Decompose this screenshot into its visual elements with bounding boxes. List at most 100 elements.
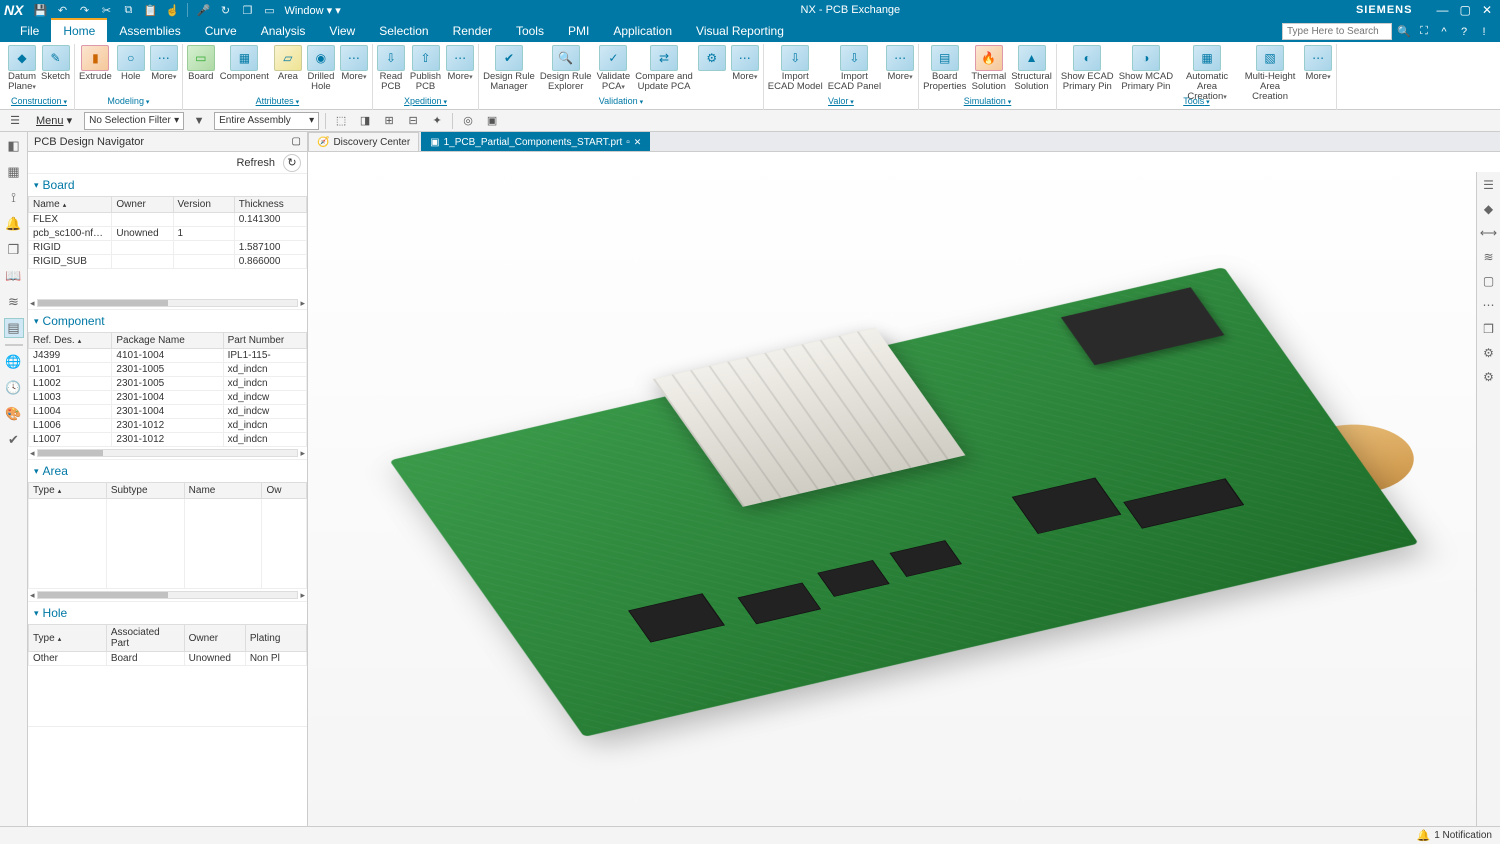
notification-text[interactable]: 1 Notification xyxy=(1434,830,1492,841)
sel-tool6-icon[interactable]: ◎ xyxy=(459,112,477,130)
rv-dim-icon[interactable]: ⟷ xyxy=(1480,224,1498,242)
ribbon-button[interactable]: ⋯More xyxy=(149,44,179,84)
table-row[interactable] xyxy=(29,499,307,589)
selection-scope-dropdown[interactable]: Entire Assembly▾ xyxy=(214,112,319,130)
3d-viewport[interactable]: ☰ ◆ ⟷ ≋ ▢ ⋯ ❒ ⚙ ⚙ xyxy=(308,152,1500,826)
ribbon-button[interactable]: ◆Datum Plane xyxy=(7,44,37,94)
area-hscroll[interactable]: ◂▸ xyxy=(28,589,307,601)
ribbon-button[interactable]: ✓Validate PCA xyxy=(596,44,632,94)
help-icon[interactable]: ? xyxy=(1456,26,1472,38)
table-row[interactable]: L10062301-1012xd_indcn xyxy=(29,419,307,433)
ribbon-button[interactable]: ⋯More xyxy=(730,44,760,84)
ribbon-button[interactable]: ✎Sketch xyxy=(40,44,71,83)
col-name[interactable]: Name xyxy=(29,197,112,213)
col-assoc[interactable]: Associated Part xyxy=(106,625,184,652)
rv-list-icon[interactable]: ☰ xyxy=(1480,176,1498,194)
col-type[interactable]: Type xyxy=(29,483,107,499)
nav-layers-icon[interactable]: ≋ xyxy=(4,292,24,312)
col-ow[interactable]: Ow xyxy=(262,483,307,499)
minimize-icon[interactable]: — xyxy=(1436,3,1448,17)
ribbon-button[interactable]: ◐Show ECAD Primary Pin xyxy=(1060,44,1115,93)
rv-gear2-icon[interactable]: ⚙ xyxy=(1480,368,1498,386)
nav-check-icon[interactable]: ✔ xyxy=(4,430,24,450)
tab-file[interactable]: File xyxy=(8,20,51,42)
ribbon-group-label[interactable]: Construction xyxy=(7,96,71,108)
close-tab-icon[interactable]: ✕ xyxy=(634,137,642,148)
ribbon-button[interactable]: ⋯More xyxy=(339,44,369,84)
rv-more-icon[interactable]: ⋯ xyxy=(1480,296,1498,314)
ribbon-button[interactable]: ○Hole xyxy=(116,44,146,83)
col-owner[interactable]: Owner xyxy=(112,197,173,213)
ribbon-button[interactable]: ⚙ xyxy=(697,44,727,73)
ribbon-button[interactable]: 🔍Design Rule Explorer xyxy=(539,44,593,93)
window-icon[interactable]: ▭ xyxy=(260,1,278,19)
tab-pmi[interactable]: PMI xyxy=(556,20,601,42)
col-subtype[interactable]: Subtype xyxy=(106,483,184,499)
ribbon-button[interactable]: ⇩Import ECAD Model xyxy=(767,44,824,93)
restore-icon[interactable]: ❐ xyxy=(238,1,256,19)
tab-assemblies[interactable]: Assemblies xyxy=(107,20,192,42)
nav-browser-icon[interactable]: 🌐 xyxy=(4,352,24,372)
filter-funnel-icon[interactable]: ▼ xyxy=(190,112,208,130)
table-row[interactable]: J43994101-1004IPL1-115- xyxy=(29,349,307,363)
hole-panel-header[interactable]: Hole xyxy=(28,602,307,624)
board-panel-header[interactable]: Board xyxy=(28,174,307,196)
ribbon-button[interactable]: ▱Area xyxy=(273,44,303,83)
table-row[interactable]: L10032301-1004xd_indcw xyxy=(29,391,307,405)
notification-bell-icon[interactable]: 🔔 xyxy=(1416,829,1430,842)
sel-tool1-icon[interactable]: ⬚ xyxy=(332,112,350,130)
nav-constraint-icon[interactable]: ⟟ xyxy=(4,188,24,208)
table-row[interactable]: OtherBoardUnownedNon Pl xyxy=(29,652,307,666)
table-row[interactable]: RIGID_SUB0.866000 xyxy=(29,255,307,269)
alert-icon[interactable]: ! xyxy=(1476,26,1492,38)
ribbon-button[interactable]: 🔥Thermal Solution xyxy=(970,44,1007,93)
sel-tool4-icon[interactable]: ⊟ xyxy=(404,112,422,130)
doc-tab-active[interactable]: ▣ 1_PCB_Partial_Components_START.prt ▫ ✕ xyxy=(421,132,650,151)
tab-visual-reporting[interactable]: Visual Reporting xyxy=(684,20,796,42)
search-input[interactable] xyxy=(1282,23,1392,40)
sel-tool3-icon[interactable]: ⊞ xyxy=(380,112,398,130)
ribbon-button[interactable]: ⋯More xyxy=(445,44,475,84)
ribbon-group-label[interactable]: Attributes xyxy=(252,96,304,108)
col-thickness[interactable]: Thickness xyxy=(234,197,306,213)
table-row[interactable]: L10042301-1004xd_indcw xyxy=(29,405,307,419)
table-row[interactable]: FLEX0.141300 xyxy=(29,213,307,227)
fullscreen-icon[interactable]: ⛶ xyxy=(1416,25,1432,38)
col-name2[interactable]: Name xyxy=(184,483,262,499)
nav-cube-icon[interactable]: ❒ xyxy=(4,240,24,260)
refresh-icon[interactable]: ↻ xyxy=(283,154,301,172)
col-plating[interactable]: Plating xyxy=(245,625,306,652)
ribbon-button[interactable]: ▤Board Properties xyxy=(922,44,967,93)
component-panel-header[interactable]: Component xyxy=(28,310,307,332)
table-row[interactable]: L10022301-1005xd_indcn xyxy=(29,377,307,391)
nav-assembly-icon[interactable]: ▦ xyxy=(4,162,24,182)
ribbon-button[interactable]: ▦Automatic Area Creation xyxy=(1177,44,1237,104)
mic-icon[interactable]: 🎤 xyxy=(194,1,212,19)
col-refdes[interactable]: Ref. Des. xyxy=(29,333,112,349)
maximize-icon[interactable]: ▢ xyxy=(1460,3,1471,17)
tab-analysis[interactable]: Analysis xyxy=(249,20,318,42)
tab-selection[interactable]: Selection xyxy=(367,20,440,42)
col-owner2[interactable]: Owner xyxy=(184,625,245,652)
ribbon-button[interactable]: ⇩Read PCB xyxy=(376,44,406,93)
search-icon[interactable]: 🔍 xyxy=(1396,25,1412,38)
nav-bell-icon[interactable]: 🔔 xyxy=(4,214,24,234)
pin-icon[interactable]: ▢ xyxy=(292,136,301,147)
rv-shape-icon[interactable]: ◆ xyxy=(1480,200,1498,218)
ribbon-button[interactable]: ◑Show MCAD Primary Pin xyxy=(1118,44,1174,93)
ribbon-group-label[interactable]: Tools xyxy=(1179,96,1213,108)
copy-icon[interactable]: ⧉ xyxy=(119,1,137,19)
col-type2[interactable]: Type xyxy=(29,625,107,652)
hamburger-icon[interactable]: ☰ xyxy=(6,112,24,130)
ribbon-button[interactable]: ⋯More xyxy=(885,44,915,84)
nav-history-icon[interactable]: 🕓 xyxy=(4,378,24,398)
table-row[interactable]: RIGID1.587100 xyxy=(29,241,307,255)
close-icon[interactable]: ✕ xyxy=(1482,3,1492,17)
ribbon-group-label[interactable]: Xpedition xyxy=(400,96,451,108)
ribbon-button[interactable]: ⇩Import ECAD Panel xyxy=(827,44,882,93)
table-row[interactable]: L10012301-1005xd_indcn xyxy=(29,363,307,377)
nav-pcb-icon[interactable]: ▤ xyxy=(4,318,24,338)
rv-gear-icon[interactable]: ⚙ xyxy=(1480,344,1498,362)
rv-cube-icon[interactable]: ❒ xyxy=(1480,320,1498,338)
ribbon-button[interactable]: ⇄Compare and Update PCA xyxy=(634,44,694,93)
